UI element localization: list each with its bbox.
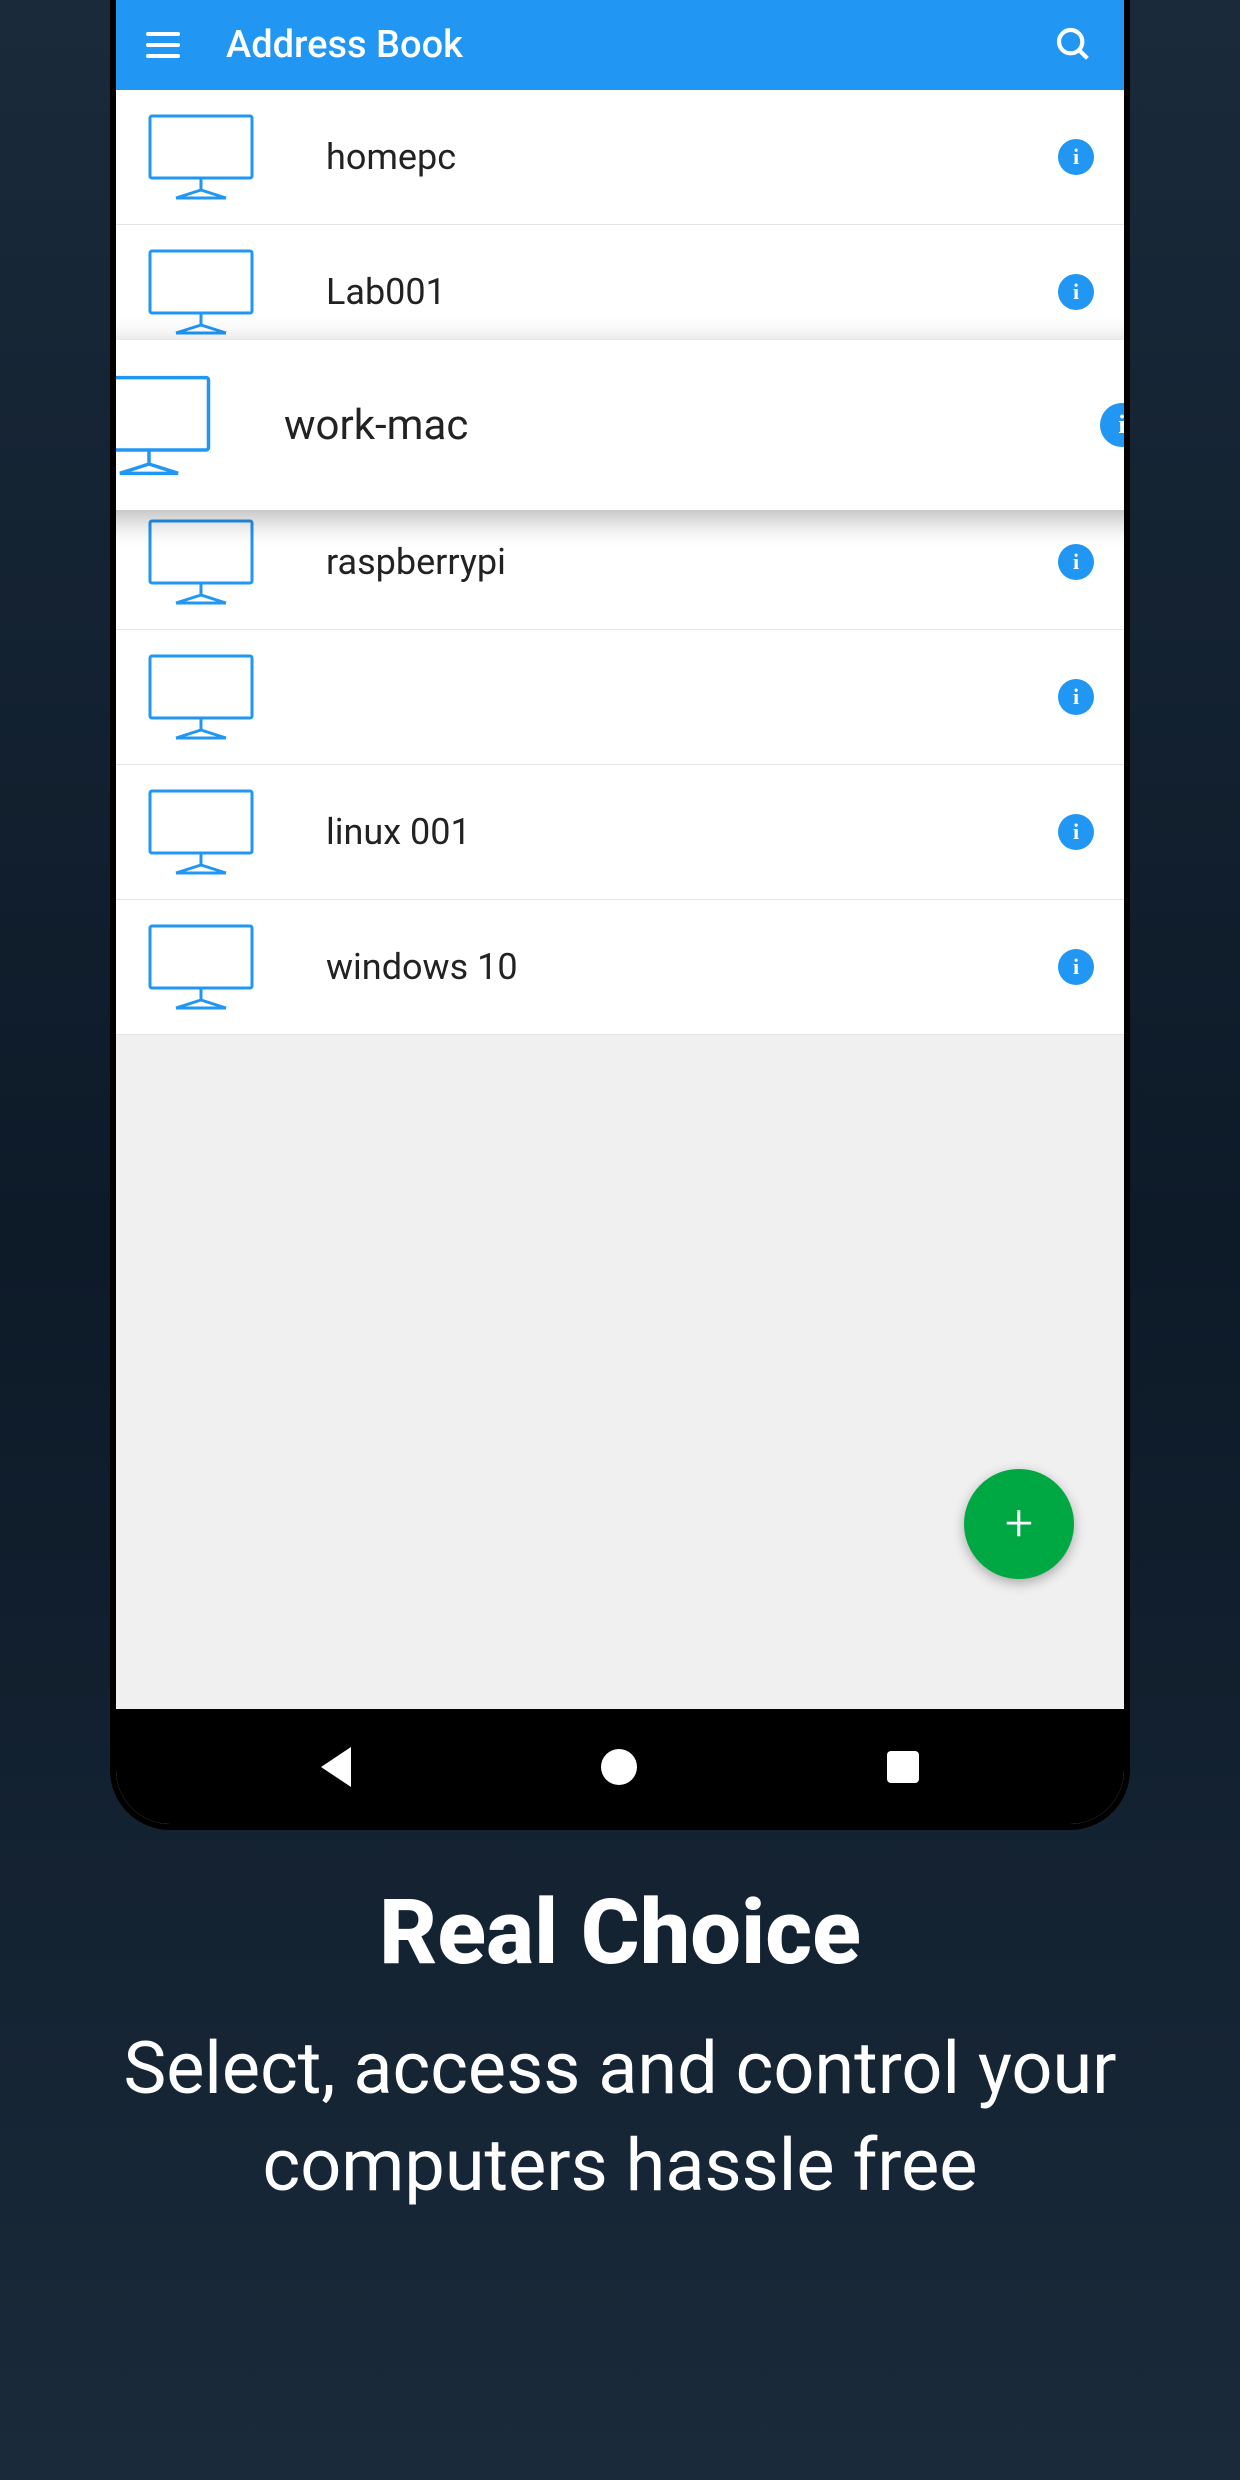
info-icon[interactable]: i xyxy=(1058,139,1094,175)
nav-recent-icon[interactable] xyxy=(887,1751,919,1783)
monitor-icon xyxy=(146,112,256,202)
monitor-icon xyxy=(146,922,256,1012)
list-item-label: windows 10 xyxy=(326,946,1058,988)
info-icon[interactable]: i xyxy=(1058,544,1094,580)
add-button[interactable]: + xyxy=(964,1469,1074,1579)
list-item[interactable]: linux 001 i xyxy=(116,765,1124,900)
list-item[interactable]: homepc i xyxy=(116,90,1124,225)
info-icon[interactable]: i xyxy=(1100,403,1124,447)
android-nav-bar xyxy=(116,1709,1124,1824)
list-item[interactable]: i xyxy=(116,630,1124,765)
list-item-label: raspberrypi xyxy=(326,541,1058,583)
hamburger-menu-icon[interactable] xyxy=(146,25,186,65)
list-item-label: Lab001 xyxy=(326,271,1058,313)
promo-subtitle: Select, access and control your computer… xyxy=(60,2020,1180,2214)
monitor-icon xyxy=(146,787,256,877)
monitor-icon xyxy=(146,517,256,607)
nav-home-icon[interactable] xyxy=(601,1749,637,1785)
promo-title: Real Choice xyxy=(60,1880,1180,1985)
info-icon[interactable]: i xyxy=(1058,274,1094,310)
info-icon[interactable]: i xyxy=(1058,949,1094,985)
list-item-label: linux 001 xyxy=(326,811,1058,853)
list-item[interactable]: raspberrypi i xyxy=(116,495,1124,630)
monitor-icon xyxy=(146,247,256,337)
list-item-label: homepc xyxy=(326,136,1058,178)
info-icon[interactable]: i xyxy=(1058,814,1094,850)
list-item-label: work-mac xyxy=(284,401,1100,450)
nav-back-icon[interactable] xyxy=(321,1747,351,1787)
list-item[interactable]: windows 10 i xyxy=(116,900,1124,1035)
monitor-icon xyxy=(146,652,256,742)
address-list: homepc i Lab001 i xyxy=(116,90,1124,1709)
search-icon[interactable] xyxy=(1054,25,1094,65)
app-bar: Address Book xyxy=(116,0,1124,90)
list-item-highlighted[interactable]: work-mac i xyxy=(116,340,1124,510)
promo-text: Real Choice Select, access and control y… xyxy=(0,1880,1240,2214)
page-title: Address Book xyxy=(226,23,1054,67)
info-icon[interactable]: i xyxy=(1058,679,1094,715)
phone-screen: Address Book homepc i xyxy=(116,0,1124,1824)
monitor-icon xyxy=(116,373,214,478)
plus-icon: + xyxy=(1005,1499,1033,1549)
phone-frame: Address Book homepc i xyxy=(110,0,1130,1830)
